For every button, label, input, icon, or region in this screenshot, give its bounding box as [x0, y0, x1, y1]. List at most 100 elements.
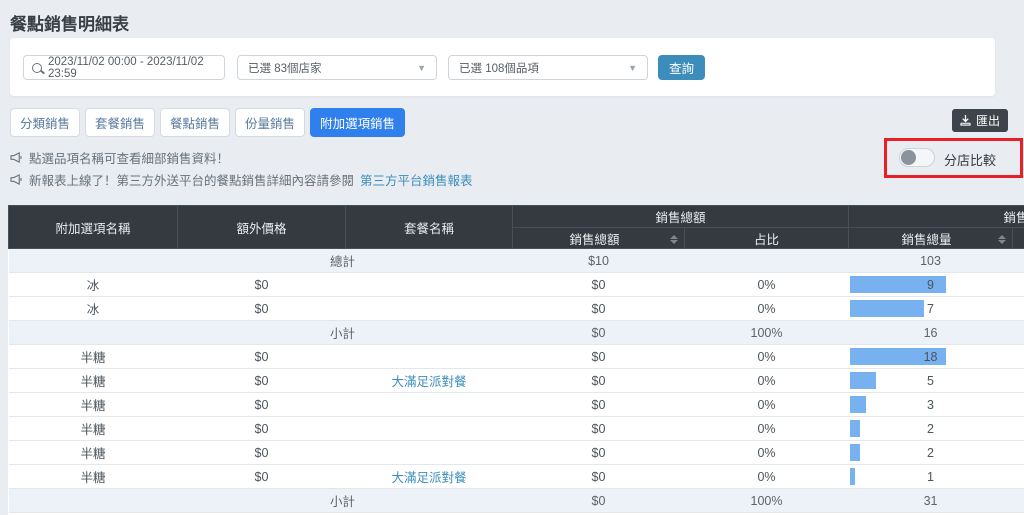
item-select[interactable]: 已選 108個品項 ▼	[448, 55, 648, 80]
announcement-row: 新報表上線了！第三方外送平台的餐點銷售詳細內容請參閱第三方平台銷售報表	[10, 170, 473, 189]
qty-cell: 1	[849, 465, 1013, 489]
ratio: 0%	[685, 441, 849, 465]
qty-cell: 3	[849, 393, 1013, 417]
branch-compare-label: 分店比較	[944, 150, 996, 169]
sales-amount: $0	[513, 273, 685, 297]
extra-price: $0	[178, 369, 346, 393]
tab-category-sales[interactable]: 分類銷售	[10, 108, 80, 137]
sort-icon[interactable]	[670, 235, 678, 244]
total-label: 總計	[9, 249, 513, 273]
addon-name-link[interactable]: 冰	[87, 303, 100, 317]
combo-name-link[interactable]: 大滿足派對餐	[391, 375, 466, 389]
col-header-addon-name: 附加選項名稱	[9, 206, 178, 249]
combo-name	[346, 441, 513, 465]
filter-bar: 2023/11/02 00:00 - 2023/11/02 23:59 已選 8…	[10, 38, 995, 96]
ratio: 0%	[685, 465, 849, 489]
table-row: 半糖 $0 $0 0% 3	[9, 393, 1024, 417]
megaphone-icon	[10, 174, 23, 185]
col-header-sales-qty[interactable]: 銷售總量	[849, 228, 1013, 249]
addon-name-link[interactable]: 半糖	[80, 423, 105, 437]
table-row: 冰 $0 $0 0% 7	[9, 297, 1024, 321]
megaphone-icon	[10, 152, 23, 163]
search-button[interactable]: 查詢	[658, 55, 705, 80]
qty-bar	[850, 468, 856, 485]
export-button[interactable]: 匯出	[952, 109, 1008, 132]
extra-price: $0	[178, 345, 346, 369]
qty-bar	[850, 444, 861, 461]
qty-value: 5	[927, 374, 934, 388]
qty-cell: 2	[849, 441, 1013, 465]
ratio: 0%	[685, 369, 849, 393]
subtotal-ratio: 100%	[685, 321, 849, 345]
qty-cell: 5	[849, 369, 1013, 393]
extra-price: $0	[178, 417, 346, 441]
col-header-combo-name: 套餐名稱	[346, 206, 513, 249]
tab-combo-sales[interactable]: 套餐銷售	[85, 108, 155, 137]
download-icon	[960, 115, 971, 126]
subtotal-row: 小計 $0 100% 16	[9, 321, 1024, 345]
qty-value: 2	[927, 422, 934, 436]
announcement-text: 新報表上線了！第三方外送平台的餐點銷售詳細內容請參閱	[29, 170, 354, 189]
total-row: 總計 $10 103	[9, 249, 1024, 273]
announcement-row: 點選品項名稱可查看細部銷售資料！	[10, 148, 229, 167]
qty-bar	[850, 420, 861, 437]
chevron-down-icon: ▼	[628, 63, 637, 73]
total-ratio	[685, 249, 849, 273]
combo-name	[346, 273, 513, 297]
report-tabs: 分類銷售 套餐銷售 餐點銷售 份量銷售 附加選項銷售	[10, 108, 405, 137]
qty-value: 3	[927, 398, 934, 412]
addon-name-link[interactable]: 半糖	[80, 375, 105, 389]
combo-name	[346, 297, 513, 321]
group-header-sales-amount: 銷售總額	[513, 206, 849, 228]
qty-cell: 2	[849, 417, 1013, 441]
tab-addon-sales[interactable]: 附加選項銷售	[310, 108, 405, 137]
sales-amount: $0	[513, 417, 685, 441]
addon-name-link[interactable]: 半糖	[80, 351, 105, 365]
extra-price: $0	[178, 441, 346, 465]
combo-name	[346, 417, 513, 441]
ratio: 0%	[685, 273, 849, 297]
ratio: 0%	[685, 417, 849, 441]
store-select[interactable]: 已選 83個店家 ▼	[237, 55, 437, 80]
addon-name-link[interactable]: 半糖	[80, 447, 105, 461]
third-party-report-link[interactable]: 第三方平台銷售報表	[360, 170, 473, 189]
item-select-value: 已選 108個品項	[459, 60, 539, 76]
table-row: 半糖 $0 大滿足派對餐 $0 0% 1	[9, 465, 1024, 489]
qty-value: 7	[927, 302, 934, 316]
subtotal-row: 小計 $0 100% 31	[9, 489, 1024, 513]
col-header-sales-amount[interactable]: 銷售總額	[513, 228, 685, 249]
table-row: 半糖 $0 $0 0% 18	[9, 345, 1024, 369]
qty-value: 9	[927, 278, 934, 292]
total-amount: $10	[513, 249, 685, 273]
subtotal-qty: 31	[849, 489, 1013, 513]
ratio: 0%	[685, 297, 849, 321]
tab-portion-sales[interactable]: 份量銷售	[235, 108, 305, 137]
qty-value: 18	[924, 350, 938, 364]
sales-table: 附加選項名稱 額外價格 套餐名稱 銷售總額 銷售總量 銷售總額 占比 銷售總量 …	[8, 205, 1024, 515]
combo-name	[346, 393, 513, 417]
subtotal-ratio: 100%	[685, 489, 849, 513]
table-row: 半糖 $0 $0 0% 2	[9, 441, 1024, 465]
col-header-cutoff	[1013, 228, 1024, 249]
store-select-value: 已選 83個店家	[248, 60, 322, 76]
combo-name: 大滿足派對餐	[346, 465, 513, 489]
addon-name-link[interactable]: 冰	[87, 279, 100, 293]
date-range-input[interactable]: 2023/11/02 00:00 - 2023/11/02 23:59	[23, 55, 225, 80]
col-header-extra-price: 額外價格	[178, 206, 346, 249]
addon-name-link[interactable]: 半糖	[80, 399, 105, 413]
qty-value: 2	[927, 446, 934, 460]
chevron-down-icon: ▼	[417, 63, 426, 73]
subtotal-amount: $0	[513, 489, 685, 513]
qty-value: 1	[927, 470, 934, 484]
tab-meal-sales[interactable]: 餐點銷售	[160, 108, 230, 137]
addon-name-link[interactable]: 半糖	[80, 471, 105, 485]
table-row: 冰 $0 $0 0% 9	[9, 273, 1024, 297]
combo-name-link[interactable]: 大滿足派對餐	[391, 471, 466, 485]
sort-icon[interactable]	[998, 235, 1006, 244]
sales-amount: $0	[513, 297, 685, 321]
total-qty: 103	[849, 249, 1013, 273]
extra-price: $0	[178, 273, 346, 297]
col-header-ratio: 占比	[685, 228, 849, 249]
branch-compare-toggle[interactable]	[899, 148, 935, 167]
sales-amount: $0	[513, 369, 685, 393]
